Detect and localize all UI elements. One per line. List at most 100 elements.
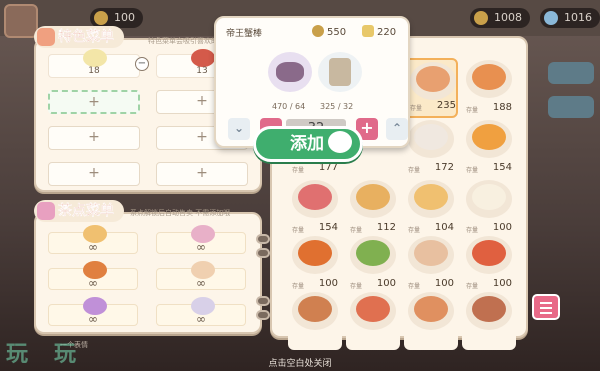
coin-icon [312,25,324,37]
stock-value: 172 [434,162,454,173]
stock-label: 存量 [350,283,363,290]
stock-label: 存量 [466,167,479,174]
stock-label: 存量 [466,227,479,234]
dish-icon [414,296,448,322]
dish-icon [298,184,332,210]
stock-label: 存量 [408,167,421,174]
dish-card[interactable]: 存量 154 [288,178,342,238]
tea-menu-subtitle: 系点解锁后自动售卖 不需添加哦 [130,209,231,217]
special-slot-filled[interactable]: 18 − [48,49,149,78]
stock-value: 100 [434,278,454,289]
dish-card[interactable]: 存量 112 [346,178,400,238]
chain-link-icon [256,310,270,320]
dish-icon [414,124,448,150]
slot-count: 18 [88,66,100,76]
star-icon [362,25,374,37]
dish-card[interactable] [346,290,400,350]
dish-icon [191,49,215,67]
ingredient-count-2: 325 / 32 [320,102,354,111]
side-button-top[interactable] [548,62,594,84]
dish-icon [472,240,506,266]
tea-slot[interactable]: ∞ [48,297,138,326]
infinite-count: ∞ [196,276,206,290]
stock-value: 100 [492,222,512,233]
stock-label: 存量 [466,107,479,114]
dish-icon [298,240,332,266]
stock-value: 177 [318,162,338,173]
infinite-count: ∞ [196,240,206,254]
dish-card[interactable]: 存量 235 [404,58,458,118]
coin-icon [94,11,108,25]
dish-card[interactable]: 存量 172 [404,118,458,178]
dish-icon [414,240,448,266]
dish-card[interactable] [288,290,342,350]
side-button-middle[interactable] [548,96,594,118]
dish-card[interactable]: 存量 100 [288,234,342,294]
chain-link-icon [256,296,270,306]
ingredient-crab-icon [268,52,312,92]
list-line-icon [540,302,552,304]
tea-menu-title: 茶点菜单 [34,200,124,222]
dish-card[interactable]: 存量 104 [404,178,458,238]
special-slot-empty[interactable]: + [48,90,140,114]
currency-pill-left: 100 [90,8,143,28]
currency-pill-right: 1008 [470,8,530,28]
dish-card[interactable]: 存量 100 [462,178,516,238]
tea-slot[interactable]: ∞ [156,297,246,326]
dish-icon [356,296,390,322]
dish-card[interactable]: 存量 188 [462,58,516,118]
chain-link-icon [256,234,270,244]
stock-value: 235 [436,100,456,111]
dish-card[interactable]: 存量 100 [404,234,458,294]
dish-card[interactable] [404,290,458,350]
jar-icon [329,58,351,86]
dish-card[interactable] [462,290,516,350]
max-quantity-button[interactable]: ⌃ [386,118,408,140]
tea-slot[interactable]: ∞ [48,261,138,290]
crab-icon [276,62,304,82]
menu-list-button[interactable] [532,294,560,320]
stock-value: 188 [492,102,512,113]
dish-card[interactable]: 存量 100 [462,234,516,294]
add-button[interactable]: 添加 [253,126,363,162]
tea-slot[interactable]: ∞ [156,225,246,254]
tea-slot[interactable]: ∞ [156,261,246,290]
remove-dish-button[interactable]: − [135,57,149,71]
infinite-count: ∞ [88,276,98,290]
dish-stock: 存量 235 [408,100,458,114]
dish-icon [472,184,506,210]
dish-stock: 存量 154 [464,162,514,176]
special-slot-empty[interactable]: + [48,162,140,186]
special-slot-empty[interactable]: + [156,162,248,186]
stock-label: 存量 [408,283,421,290]
min-quantity-button[interactable]: ⌄ [228,118,250,140]
dish-stock: 存量 172 [406,162,456,176]
dish-stock: 存量 177 [290,162,340,176]
dish-icon [356,184,390,210]
dish-card[interactable]: 存量 154 [462,118,516,178]
dish-stock: 存量 188 [464,102,514,116]
dish-icon [356,240,390,266]
stock-value: 154 [318,222,338,233]
dish-icon [472,296,506,322]
dish-icon [414,184,448,210]
coin-icon [474,11,488,25]
tea-slot[interactable]: ∞ [48,225,138,254]
dish-icon [416,66,450,92]
stock-label: 存量 [408,227,421,234]
player-avatar[interactable] [4,4,38,38]
stock-label: 存量 [466,283,479,290]
dish-icon [472,124,506,150]
stock-value: 100 [318,278,338,289]
special-slot-empty[interactable]: + [48,126,140,150]
stock-value: 100 [376,278,396,289]
gem-icon [544,11,558,25]
list-line-icon [540,307,552,309]
dish-card[interactable]: 存量 100 [346,234,400,294]
infinite-count: ∞ [196,312,206,326]
dish-icon [83,49,107,67]
stock-value: 104 [434,222,454,233]
currency-pill-far: 1016 [540,8,600,28]
teacup-icon [37,202,55,220]
infinite-count: ∞ [88,312,98,326]
